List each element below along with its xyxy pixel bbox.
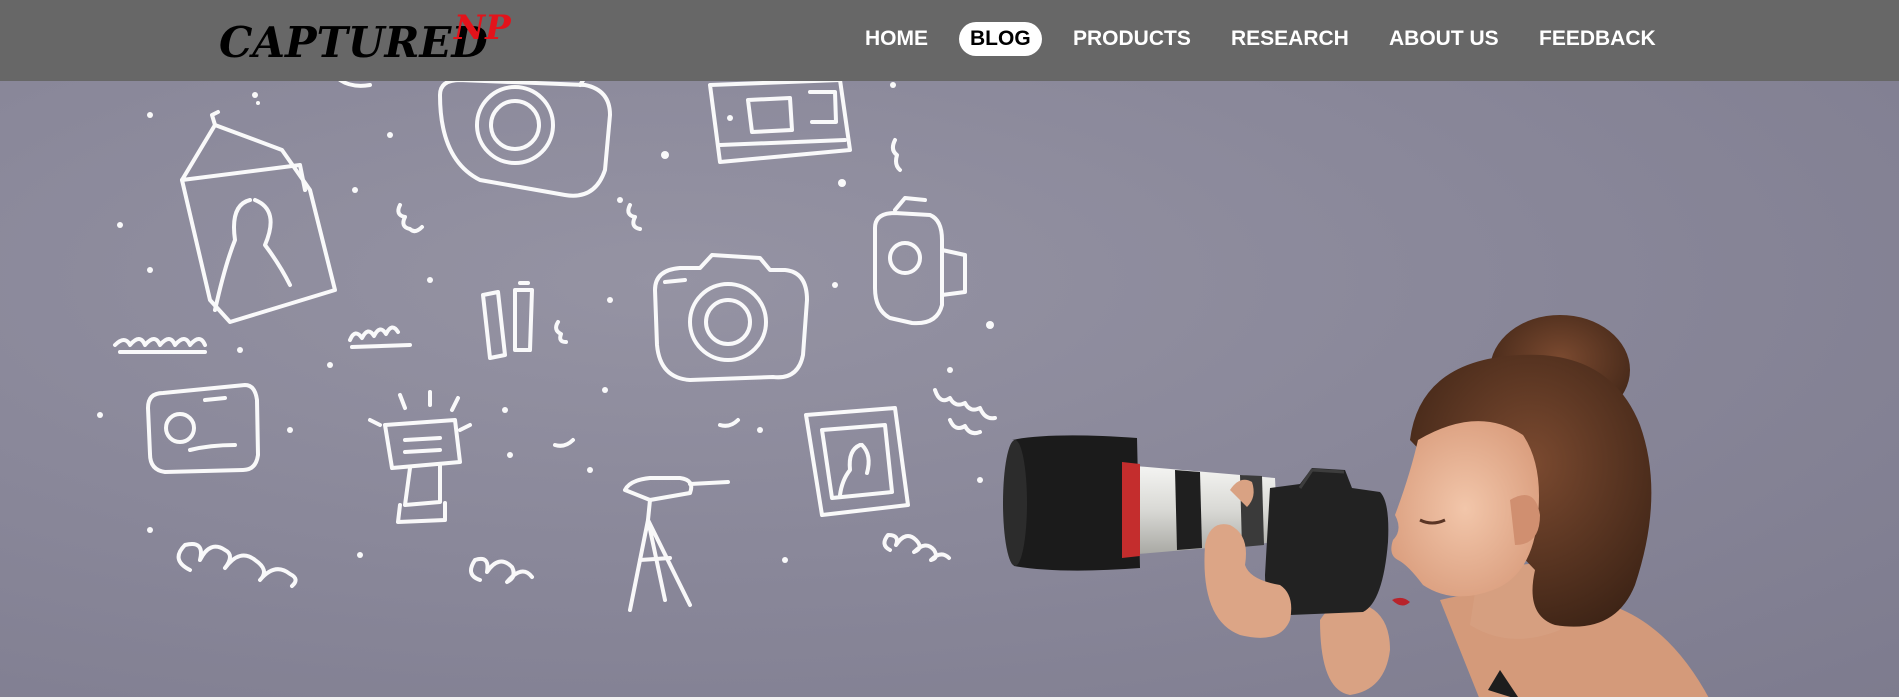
camcorder-icon xyxy=(873,196,967,326)
picture-frame-icon xyxy=(804,406,910,517)
tripod-icon xyxy=(623,476,730,612)
main-nav: HOME BLOG PRODUCTS RESEARCH ABOUT US FEE… xyxy=(0,22,1899,56)
nav-products[interactable]: PRODUCTS xyxy=(1062,22,1202,56)
camera-icon xyxy=(438,68,612,198)
photographer-figure xyxy=(1003,315,1710,700)
flash-icon xyxy=(368,390,472,524)
camera-icon xyxy=(653,253,809,382)
portrait-frame-icon xyxy=(180,110,337,324)
batteries-icon xyxy=(481,281,534,360)
compact-camera-icon xyxy=(146,383,260,474)
hero-banner xyxy=(0,0,1899,700)
nav-research[interactable]: RESEARCH xyxy=(1220,22,1360,56)
nav-feedback[interactable]: FEEDBACK xyxy=(1528,22,1667,56)
nav-home[interactable]: HOME xyxy=(854,22,939,56)
hero-illustration xyxy=(97,68,1710,700)
page: CAPTURED NP HOME BLOG PRODUCTS RESEARCH … xyxy=(0,0,1899,700)
site-header: CAPTURED NP HOME BLOG PRODUCTS RESEARCH … xyxy=(0,0,1899,81)
nav-blog[interactable]: BLOG xyxy=(959,22,1042,56)
nav-about-us[interactable]: ABOUT US xyxy=(1378,22,1510,56)
film-strip-icon xyxy=(708,78,852,164)
